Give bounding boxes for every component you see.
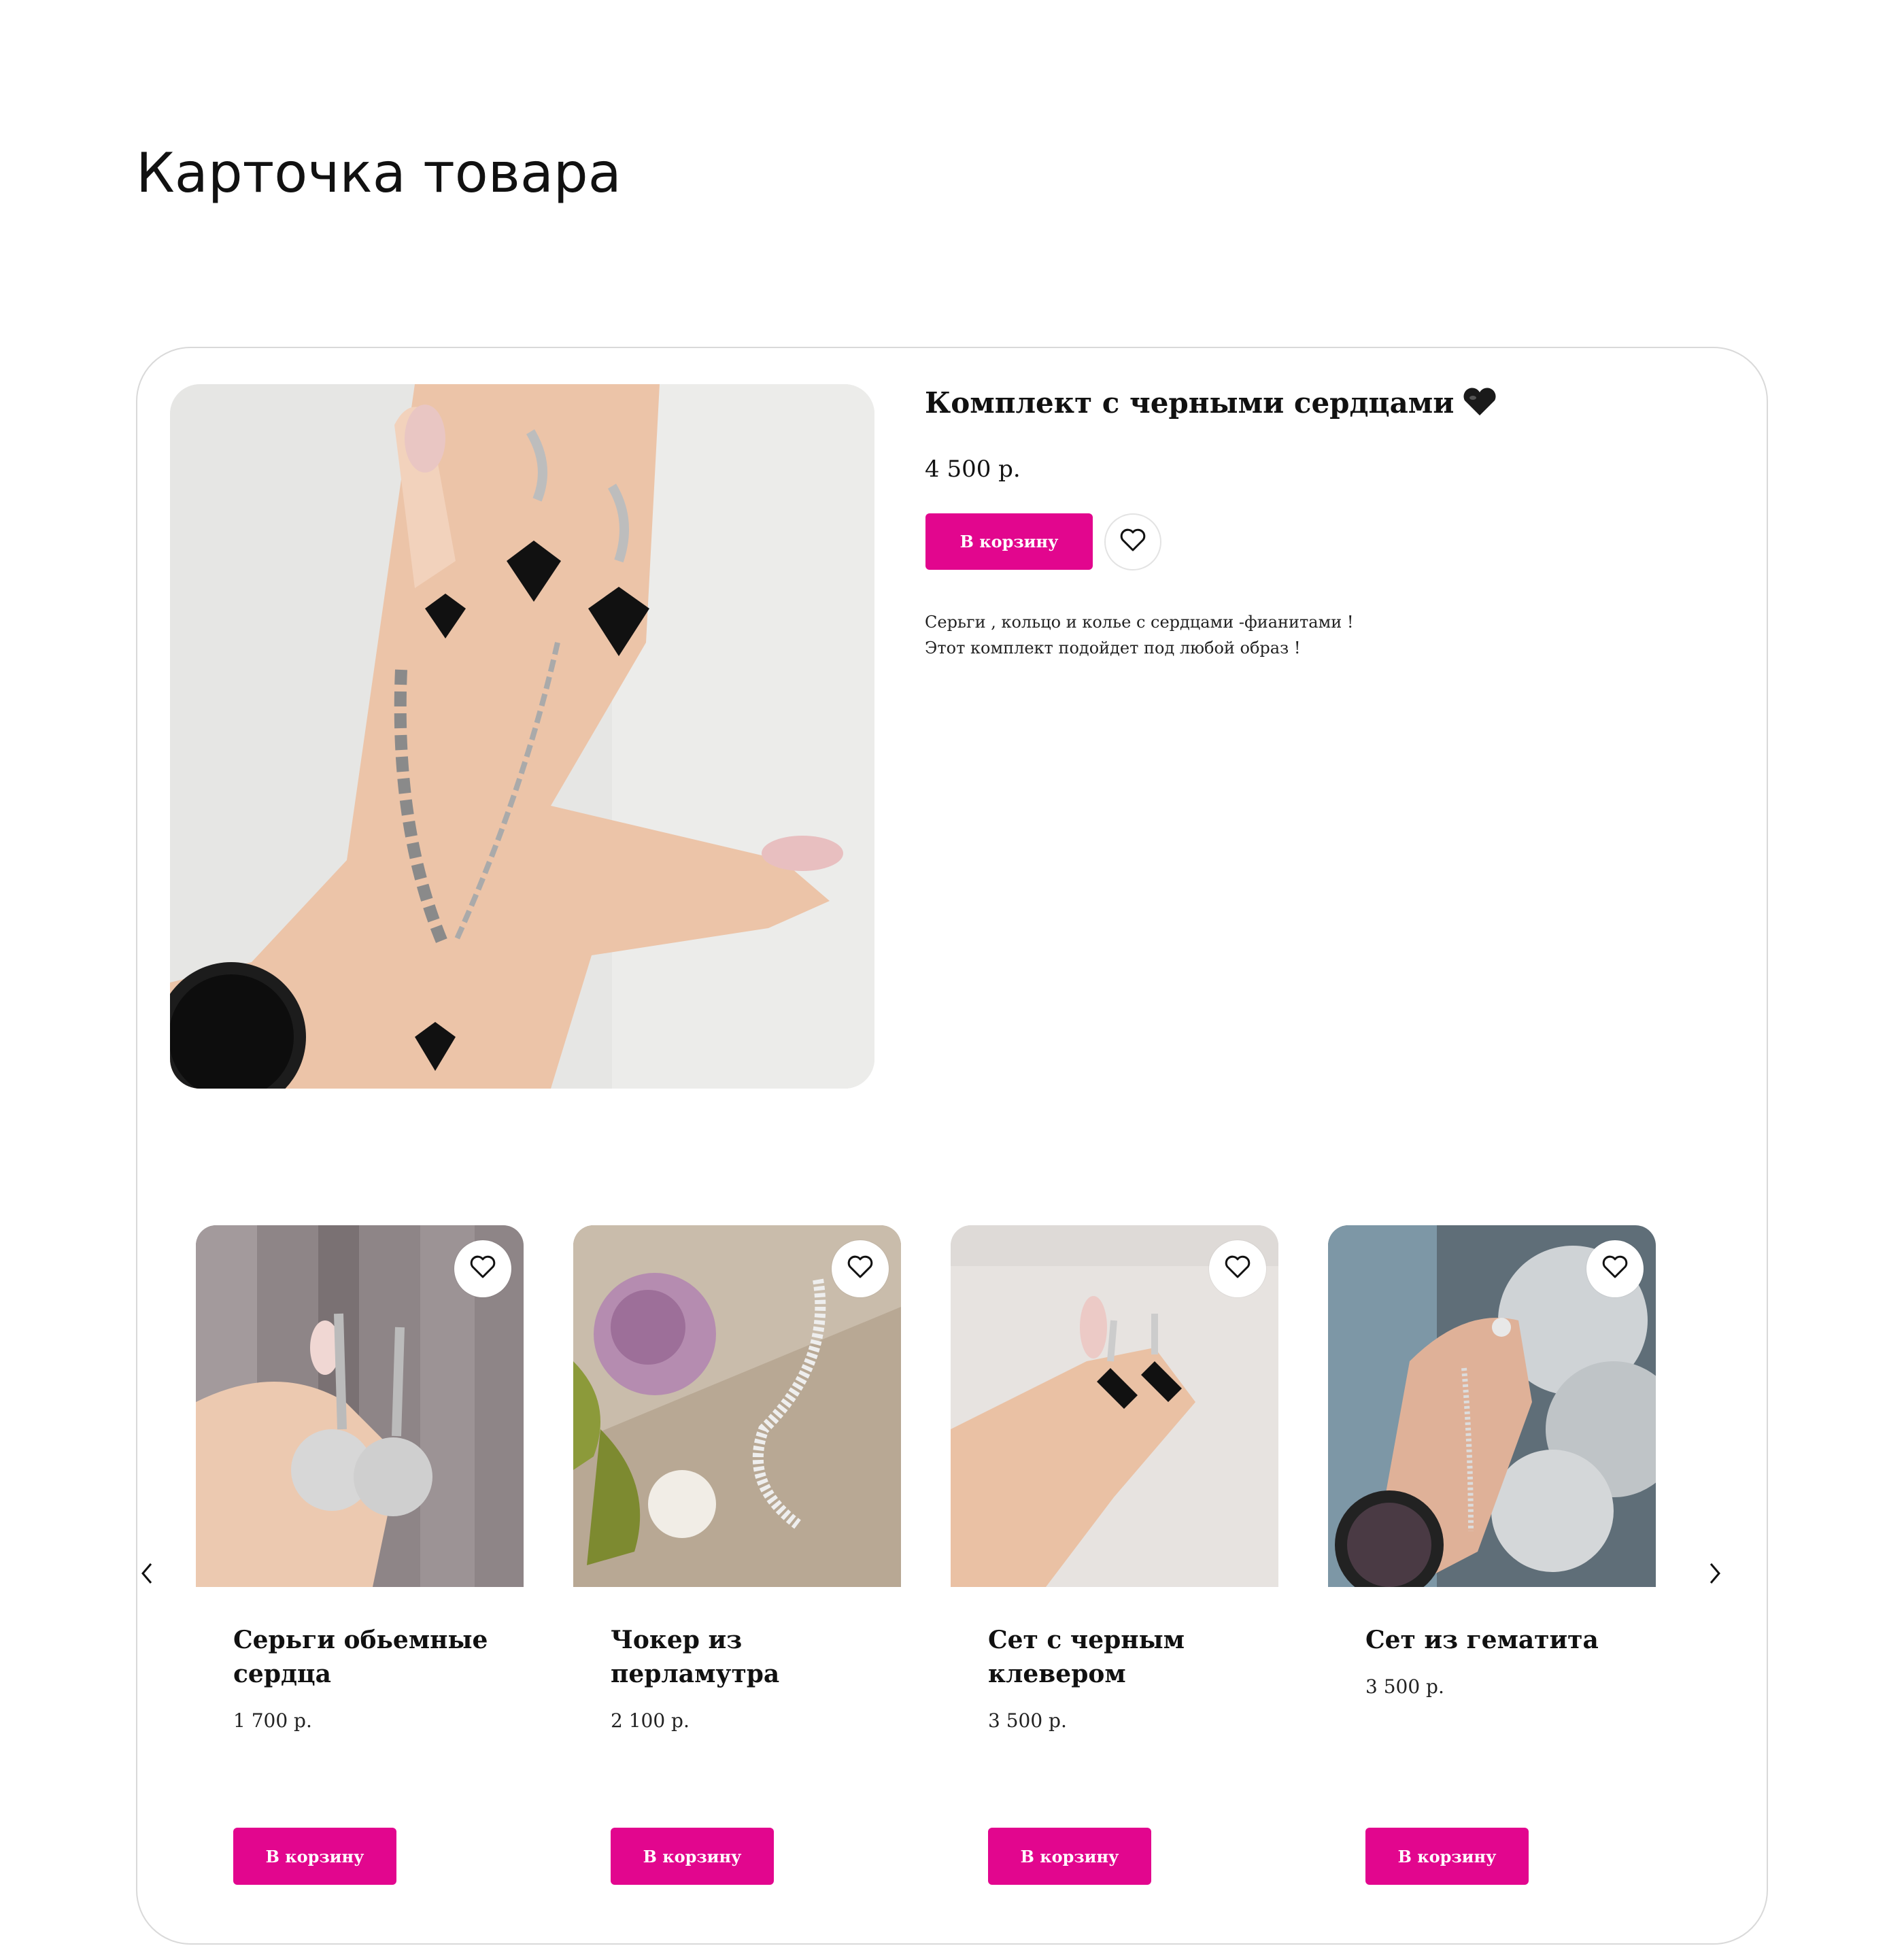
heart-outline-icon (1224, 1255, 1251, 1283)
related-product-card: Сет с черным клевером 3 500 р. В корзину (951, 1225, 1278, 1892)
related-product-card: Серьги обьемные сердца 1 700 р. В корзин… (196, 1225, 524, 1892)
favorite-button[interactable] (832, 1240, 889, 1297)
related-product-card: Чокер из перламутра 2 100 р. В корзину (573, 1225, 901, 1892)
favorite-button[interactable] (454, 1240, 511, 1297)
black-heart-icon (1462, 387, 1497, 424)
heart-outline-icon (847, 1255, 874, 1283)
chevron-right-icon (1708, 1562, 1722, 1588)
add-to-cart-button[interactable]: В корзину (233, 1828, 396, 1885)
add-to-cart-button[interactable]: В корзину (1365, 1828, 1529, 1885)
related-product-price: 2 100 р. (611, 1709, 690, 1732)
related-product-name[interactable]: Чокер из перламутра (611, 1623, 869, 1691)
chevron-left-icon (140, 1562, 154, 1588)
favorite-button[interactable] (1209, 1240, 1266, 1297)
related-product-name[interactable]: Сет из гематита (1365, 1623, 1624, 1657)
carousel-next-button[interactable] (1701, 1554, 1729, 1595)
favorite-button[interactable] (1104, 513, 1161, 570)
heart-outline-icon (1601, 1255, 1629, 1283)
carousel-prev-button[interactable] (133, 1554, 160, 1595)
related-product-card: Сет из гематита 3 500 р. В корзину (1328, 1225, 1656, 1892)
main-product-image[interactable] (170, 384, 874, 1089)
heart-outline-icon (469, 1255, 496, 1283)
add-to-cart-button[interactable]: В корзину (988, 1828, 1151, 1885)
product-title-text: Комплект с черными сердцами (925, 386, 1455, 420)
related-product-name[interactable]: Сет с черным клевером (988, 1623, 1246, 1691)
product-description: Серьги , кольцо и колье с сердцами -фиан… (925, 609, 1354, 661)
favorite-button[interactable] (1586, 1240, 1644, 1297)
description-line: Серьги , кольцо и колье с сердцами -фиан… (925, 613, 1354, 632)
related-product-name[interactable]: Серьги обьемные сердца (233, 1623, 492, 1691)
related-product-price: 3 500 р. (988, 1709, 1067, 1732)
related-product-price: 1 700 р. (233, 1709, 312, 1732)
product-title: Комплект с черными сердцами (925, 386, 1497, 424)
add-to-cart-button[interactable]: В корзину (925, 513, 1093, 570)
description-line: Этот комплект подойдет под любой образ ! (925, 638, 1301, 658)
product-price: 4 500 р. (925, 456, 1021, 483)
related-product-price: 3 500 р. (1365, 1675, 1444, 1698)
page-heading: Карточка товара (136, 141, 622, 205)
heart-outline-icon (1119, 528, 1146, 556)
add-to-cart-button[interactable]: В корзину (611, 1828, 774, 1885)
